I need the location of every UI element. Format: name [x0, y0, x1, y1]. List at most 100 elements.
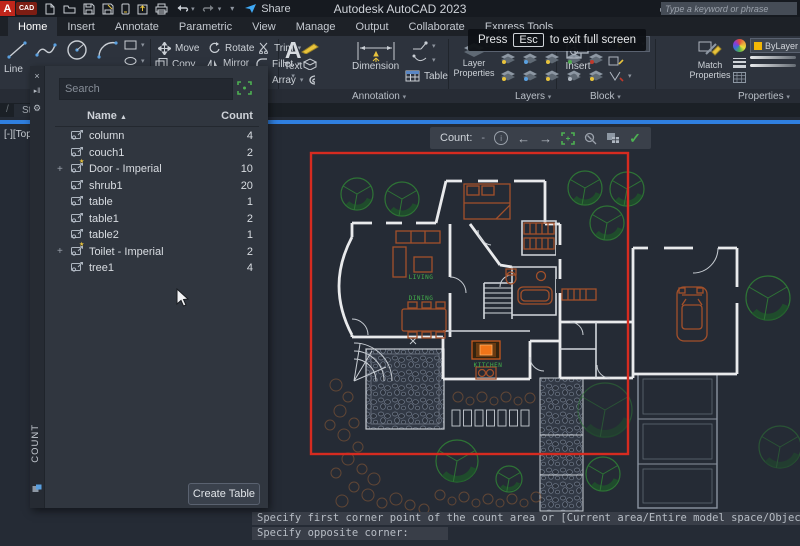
title-bar: A CAD ▾ ▾ ▾ Share Autodesk AutoCAD 2023 …: [0, 0, 800, 17]
undo-button[interactable]: ▾: [175, 3, 195, 14]
count-row-column[interactable]: column 4: [45, 128, 269, 145]
publish-icon[interactable]: [137, 3, 148, 15]
tree: [576, 381, 634, 439]
erase-tool-icon[interactable]: [300, 42, 320, 54]
layer-tool-icon[interactable]: [544, 69, 561, 82]
save-as-icon[interactable]: [102, 3, 114, 15]
tab-collaborate[interactable]: Collaborate: [399, 17, 475, 36]
tab-home[interactable]: Home: [8, 17, 58, 36]
block-name: tree1: [88, 262, 115, 275]
tab-parametric[interactable]: Parametric: [169, 17, 242, 36]
count-insert-table-button[interactable]: [606, 132, 620, 144]
count-row-shrub1[interactable]: shrub1 20: [45, 178, 269, 195]
redo-button[interactable]: ▾: [202, 3, 221, 14]
count-previous-button[interactable]: ←: [517, 131, 530, 146]
count-row-toilet-imperial[interactable]: + ★ Toilet - Imperial 2: [45, 242, 269, 261]
customize-quick-access-button[interactable]: ▾: [228, 4, 234, 13]
esc-key: Esc: [513, 33, 544, 47]
count-column-header[interactable]: Count: [221, 110, 259, 126]
tab-manage[interactable]: Manage: [286, 17, 346, 36]
line-tool[interactable]: [6, 40, 28, 60]
text-tool[interactable]: A Text ▾: [284, 38, 302, 82]
ellipse-tool[interactable]: ▾: [124, 56, 145, 66]
layer-tool-icon[interactable]: [500, 69, 517, 82]
settings-gear-icon[interactable]: ⚙: [30, 103, 44, 114]
properties-panel-label[interactable]: Properties ▾: [738, 91, 790, 102]
block-attributes-icon[interactable]: ▾: [608, 70, 632, 82]
linetype-selector[interactable]: [750, 56, 796, 59]
color-bylayer-dropdown[interactable]: ByLayer: [750, 38, 800, 53]
count-magnifier-button[interactable]: [584, 132, 597, 145]
app-logo-icon[interactable]: A: [0, 1, 15, 16]
edit-block-icon[interactable]: [608, 55, 624, 67]
color-wheel-icon[interactable]: [733, 39, 746, 52]
close-icon[interactable]: ×: [30, 71, 44, 81]
explode-tool-icon[interactable]: [302, 58, 318, 70]
lineweight-icon[interactable]: [733, 56, 746, 70]
tab-output[interactable]: Output: [346, 17, 399, 36]
count-value: -: [481, 132, 486, 144]
block-name: Toilet - Imperial: [88, 245, 164, 258]
count-toolbar-label: Count:: [440, 132, 473, 144]
table-tool[interactable]: Table: [405, 70, 448, 82]
palette-search-input[interactable]: [58, 78, 233, 100]
print-icon[interactable]: [155, 3, 168, 15]
pick-count-area-icon[interactable]: [237, 81, 252, 100]
expand-icon[interactable]: +: [45, 246, 71, 257]
palette-table-header[interactable]: Name ▲ Count: [54, 110, 259, 127]
shrub: [335, 494, 349, 508]
count-finish-button[interactable]: ✓: [629, 130, 641, 147]
tree: [745, 275, 791, 321]
layers-panel-label[interactable]: Layers ▾: [515, 91, 551, 102]
tab-view[interactable]: View: [242, 17, 286, 36]
count-next-button[interactable]: →: [539, 131, 552, 146]
count-zoom-selected-button[interactable]: [561, 131, 575, 145]
open-folder-icon[interactable]: [63, 3, 76, 15]
share-button[interactable]: Share: [244, 3, 291, 15]
move-tool[interactable]: Move: [158, 42, 199, 55]
annotation-panel-label[interactable]: Annotation ▾: [352, 91, 406, 102]
shrub: [434, 489, 446, 501]
arc-tool[interactable]: [96, 38, 120, 62]
text-tool-icon: A: [284, 37, 302, 63]
layer-tool-icon[interactable]: [500, 52, 517, 65]
new-file-icon[interactable]: [44, 3, 56, 15]
count-row-table1[interactable]: table1 2: [45, 211, 269, 228]
layer-tool-icon[interactable]: [522, 52, 539, 65]
leader-tool[interactable]: ▾: [412, 40, 436, 51]
help-search-input[interactable]: [661, 2, 797, 15]
layer-tool-icon[interactable]: [522, 69, 539, 82]
count-info-icon[interactable]: i: [494, 131, 509, 145]
count-row-table[interactable]: table 1: [45, 194, 269, 211]
name-column-header[interactable]: Name ▲: [55, 110, 127, 126]
lineweight-selector[interactable]: [750, 64, 796, 67]
match-properties-button[interactable]: Match Properties: [688, 40, 732, 80]
circle-tool[interactable]: [64, 38, 90, 62]
count-row-door-imperial[interactable]: + ★ Door - Imperial 10: [45, 159, 269, 178]
paver: [486, 409, 495, 427]
tab-annotate[interactable]: Annotate: [105, 17, 169, 36]
block-name: column: [88, 130, 125, 143]
tab-insert[interactable]: Insert: [57, 17, 105, 36]
palette-properties-icon[interactable]: [30, 484, 44, 495]
layer-tool-icon[interactable]: [544, 52, 561, 65]
plot-style-icon[interactable]: [733, 72, 746, 83]
polyline-tool[interactable]: [34, 40, 58, 60]
expand-icon[interactable]: +: [45, 164, 71, 175]
viewport-controls[interactable]: [-][Top: [4, 129, 32, 140]
layer-tools-grid[interactable]: [500, 52, 620, 86]
rectangle-tool[interactable]: ▾: [124, 40, 145, 50]
auto-hide-icon[interactable]: ▸‖: [30, 87, 44, 95]
block-panel-label[interactable]: Block ▾: [590, 91, 621, 102]
save-icon[interactable]: [83, 3, 95, 15]
mleader-tool[interactable]: ▾: [412, 54, 436, 65]
create-table-button[interactable]: Create Table: [187, 483, 260, 505]
command-prompt-line1[interactable]: Specify first corner point of the count …: [252, 512, 800, 525]
command-prompt-line2[interactable]: Specify opposite corner:: [252, 527, 448, 540]
offset-tool-icon[interactable]: [302, 74, 318, 86]
dimension-tool[interactable]: Dimension: [352, 40, 399, 72]
rotate-tool[interactable]: Rotate: [208, 42, 254, 55]
block-name: Door - Imperial: [88, 163, 162, 176]
count-row-tree1[interactable]: tree1 4: [45, 260, 269, 277]
plot-mobile-icon[interactable]: [121, 3, 130, 15]
